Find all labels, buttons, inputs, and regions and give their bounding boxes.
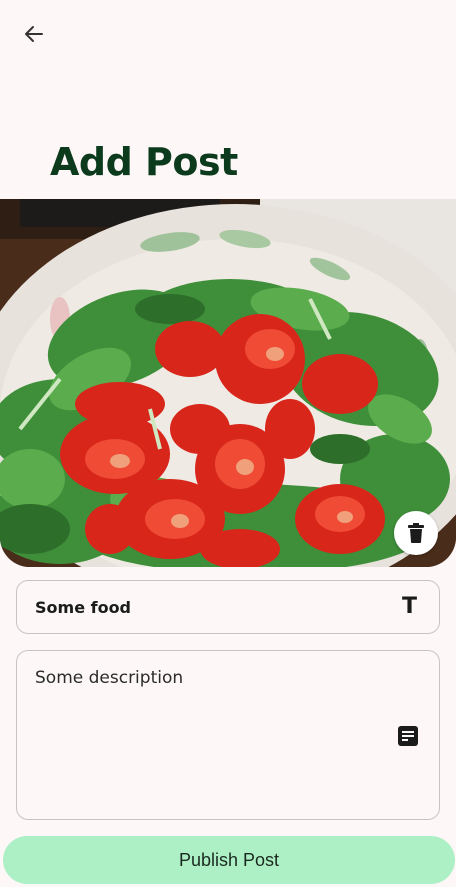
post-photo: [0, 199, 456, 567]
title-input[interactable]: Some food T: [16, 580, 440, 634]
description-input[interactable]: Some description: [16, 650, 440, 820]
salad-photo: [0, 199, 456, 567]
delete-photo-button[interactable]: [394, 511, 438, 555]
add-post-screen: Add Post Some food T Some description Pu…: [0, 0, 456, 887]
trash-icon: [408, 523, 424, 543]
page-title: Add Post: [50, 140, 238, 184]
title-input-value: Some food: [35, 598, 132, 617]
description-input-value: Some description: [35, 668, 184, 688]
notes-icon: [398, 726, 418, 746]
text-format-icon: T: [401, 594, 417, 619]
arrow-left-icon: [25, 26, 43, 42]
back-button[interactable]: [14, 14, 54, 54]
publish-post-button[interactable]: Publish Post: [3, 836, 455, 884]
